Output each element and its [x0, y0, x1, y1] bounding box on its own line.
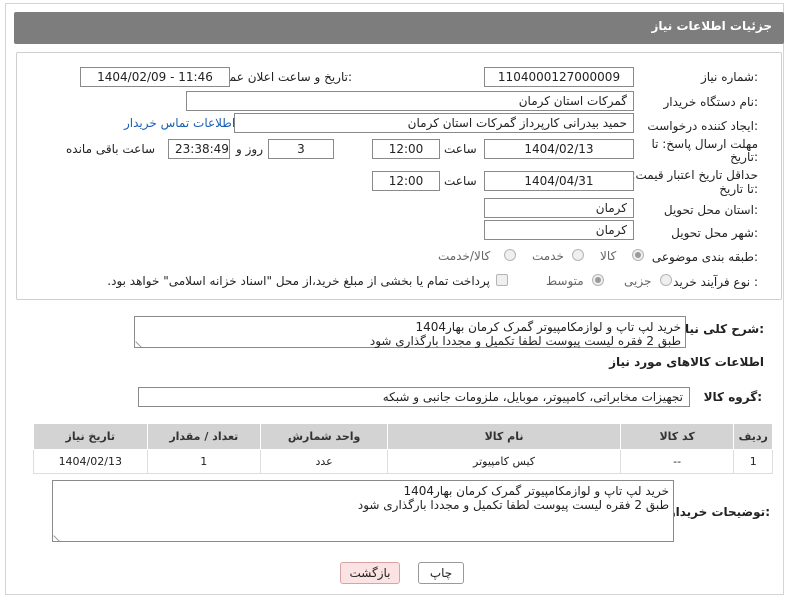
category-label: طبقه بندی موضوعی: [651, 250, 758, 264]
city-field: کرمان [484, 220, 634, 240]
page-title: جزئیات اطلاعات نیاز [651, 19, 772, 33]
category-option-goods-service: کالا/خدمت [438, 249, 491, 263]
process-type-label: نوع فرآیند خرید : [673, 275, 758, 289]
announce-date-field: 1404/02/09 - 11:46 [80, 67, 230, 87]
reply-deadline-label-2: تاریخ: [730, 150, 758, 164]
reply-deadline-label: مهلت ارسال پاسخ: تا [651, 137, 758, 151]
cell-quantity: 1 [146, 449, 262, 474]
resize-handle-icon[interactable] [53, 530, 65, 542]
description-textarea[interactable]: خرید لپ تاپ و لوازمکامپیوتر گمرک کرمان ب… [134, 316, 686, 348]
category-radio-goods[interactable] [632, 249, 644, 261]
reply-date-field: 1404/02/13 [484, 139, 634, 159]
process-radio-medium[interactable] [592, 274, 604, 286]
col-name: نام کالا [387, 423, 621, 450]
need-number-field: 1104000127000009 [484, 67, 634, 87]
col-quantity: تعداد / مقدار [146, 423, 262, 450]
goods-table: ردیف کد کالا نام کالا واحد شمارش تعداد /… [33, 423, 773, 474]
province-field: کرمان [484, 198, 634, 218]
price-validity-label-2: تا تاریخ: [719, 182, 758, 196]
price-time-field: 12:00 [372, 171, 440, 191]
city-label: شهر محل تحویل: [671, 226, 758, 240]
print-button[interactable]: چاپ [418, 562, 464, 584]
category-radio-goods-service[interactable] [504, 249, 516, 261]
days-remaining-field: 3 [268, 139, 334, 159]
buyer-notes-line-1: خرید لپ تاپ و لوازمکامپیوتر گمرک کرمان ب… [403, 484, 669, 498]
page-header: جزئیات اطلاعات نیاز [14, 12, 784, 44]
buyer-contact-link[interactable]: اطلاعات تماس خریدار [124, 116, 235, 130]
days-label: روز و [236, 142, 263, 156]
treasury-payment-checkbox[interactable] [496, 274, 508, 286]
price-time-label: ساعت [444, 174, 477, 188]
reply-time-field: 12:00 [372, 139, 440, 159]
category-option-service: خدمت [532, 249, 564, 263]
back-button[interactable]: بازگشت [340, 562, 400, 584]
table-row: 1 -- کیس کامپیوتر عدد 1 1404/02/13 [33, 449, 773, 474]
col-date: تاریخ نیاز [33, 423, 148, 450]
process-option-minor: جزیی [624, 274, 652, 288]
cell-name: کیس کامپیوتر [387, 449, 621, 474]
treasury-payment-note: پرداخت تمام یا بخشی از مبلغ خرید،از محل … [107, 274, 490, 288]
col-code: کد کالا [619, 423, 735, 450]
process-radio-minor[interactable] [660, 274, 672, 286]
category-radio-service[interactable] [572, 249, 584, 261]
category-option-goods: کالا [600, 249, 617, 263]
price-date-field: 1404/04/31 [484, 171, 634, 191]
description-label: شرح کلی نیاز: [678, 322, 764, 336]
reply-time-label: ساعت [444, 142, 477, 156]
need-number-label: شماره نیاز: [700, 70, 758, 84]
cell-date: 1404/02/13 [33, 449, 148, 474]
cell-code: -- [619, 449, 735, 474]
goods-group-label: گروه کالا: [703, 390, 762, 404]
goods-group-field: تجهیزات مخابراتی، کامپیوتر، موبایل، ملزو… [138, 387, 690, 407]
buyer-org-label: نام دستگاه خریدار: [663, 95, 759, 109]
buyer-notes-label: توضیحات خریدار: [668, 505, 770, 519]
goods-table-header: ردیف کد کالا نام کالا واحد شمارش تعداد /… [33, 423, 773, 450]
process-option-medium: متوسط [546, 274, 584, 288]
goods-section-title: اطلاعات کالاهای مورد نیاز [609, 355, 764, 369]
col-unit: واحد شمارش [260, 423, 389, 450]
creator-field: حمید بیدرانی کارپرداز گمرکات استان کرمان [234, 113, 634, 133]
creator-label: ایجاد کننده درخواست: [647, 119, 758, 133]
buyer-notes-textarea[interactable]: خرید لپ تاپ و لوازمکامپیوتر گمرک کرمان ب… [52, 480, 674, 542]
description-line-2: طبق 2 فقره لیست پیوست لطفا تکمیل و مجددا… [369, 334, 681, 348]
province-label: استان محل تحویل: [663, 203, 758, 217]
buyer-org-field: گمرکات استان کرمان [186, 91, 634, 111]
remaining-time-label: ساعت باقی مانده [66, 142, 156, 156]
cell-row: 1 [733, 449, 773, 474]
cell-unit: عدد [260, 449, 389, 474]
price-validity-label: حداقل تاریخ اعتبار قیمت: [631, 168, 758, 182]
buyer-notes-line-2: طبق 2 فقره لیست پیوست لطفا تکمیل و مجددا… [357, 498, 669, 512]
col-row: ردیف [733, 423, 773, 450]
description-line-1: خرید لپ تاپ و لوازمکامپیوتر گمرک کرمان ب… [415, 320, 681, 334]
remaining-time-field: 23:38:49 [168, 139, 230, 159]
